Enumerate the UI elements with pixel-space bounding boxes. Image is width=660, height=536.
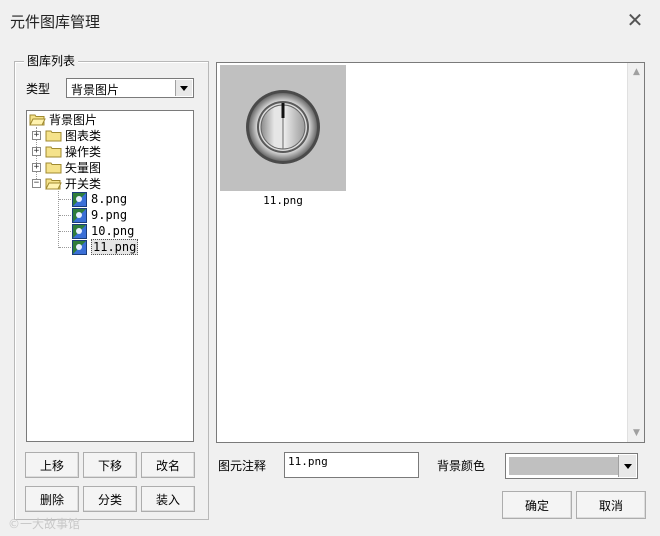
type-select-value: 背景图片 xyxy=(71,83,120,97)
preview-panel[interactable]: 11.png ▲ ▼ xyxy=(216,62,645,443)
tree-file[interactable]: 10.png xyxy=(72,223,134,239)
type-select[interactable]: 背景图片 xyxy=(66,78,194,98)
bg-color-swatch xyxy=(509,457,618,475)
load-button[interactable]: 装入 xyxy=(141,486,195,512)
tree-file-label: 8.png xyxy=(91,192,128,206)
tree-file-label: 10.png xyxy=(91,224,135,238)
bg-color-label: 背景颜色 xyxy=(437,459,486,473)
knob-switch-icon xyxy=(246,90,320,164)
close-icon[interactable]: ✕ xyxy=(624,8,646,32)
expand-icon[interactable]: + xyxy=(32,162,41,172)
image-file-icon xyxy=(72,207,87,223)
tree-folder[interactable]: − 开关类 xyxy=(32,175,101,191)
library-group-label: 图库列表 xyxy=(24,52,79,69)
scroll-down-icon[interactable]: ▼ xyxy=(628,428,645,438)
preview-scrollbar[interactable]: ▲ ▼ xyxy=(627,63,644,442)
title-bar: 元件图库管理 ✕ xyxy=(0,0,660,40)
folder-open-icon xyxy=(45,178,62,189)
chevron-down-icon[interactable] xyxy=(175,80,192,96)
folder-open-icon xyxy=(29,114,46,125)
type-label: 类型 xyxy=(26,82,51,96)
tree-file-label: 9.png xyxy=(91,208,128,222)
tree-file-selected[interactable]: 11.png xyxy=(72,239,139,255)
folder-icon xyxy=(45,130,62,141)
tree-folder-label: 图表类 xyxy=(65,128,102,143)
move-down-button[interactable]: 下移 xyxy=(83,452,137,478)
bg-color-select[interactable] xyxy=(505,453,638,479)
collapse-icon[interactable]: − xyxy=(32,178,41,188)
tree-folder[interactable]: + 操作类 xyxy=(32,143,101,159)
image-file-icon xyxy=(72,239,87,255)
expand-icon[interactable]: + xyxy=(32,146,41,156)
tree-file[interactable]: 9.png xyxy=(72,207,127,223)
note-label: 图元注释 xyxy=(218,459,267,473)
classify-button[interactable]: 分类 xyxy=(83,486,137,512)
expand-icon[interactable]: + xyxy=(32,130,41,140)
move-up-button[interactable]: 上移 xyxy=(25,452,79,478)
image-file-icon xyxy=(72,223,87,239)
window-title: 元件图库管理 xyxy=(10,13,101,31)
tree-folder[interactable]: + 矢量图 xyxy=(32,159,101,175)
tree-file-label: 11.png xyxy=(91,239,139,255)
tree-folder[interactable]: + 图表类 xyxy=(32,127,101,143)
tree-folder-label: 矢量图 xyxy=(65,160,102,175)
delete-button[interactable]: 删除 xyxy=(25,486,79,512)
library-tree[interactable]: 背景图片 + 图表类 + 操作类 + 矢量图 − 开关类 8.png 9.png… xyxy=(26,110,194,442)
note-input[interactable]: 11.png xyxy=(284,452,419,478)
folder-icon xyxy=(45,162,62,173)
ok-button[interactable]: 确定 xyxy=(502,491,572,519)
chevron-down-icon[interactable] xyxy=(618,455,636,477)
tree-file[interactable]: 8.png xyxy=(72,191,127,207)
tree-folder-label: 操作类 xyxy=(65,144,102,159)
rename-button[interactable]: 改名 xyxy=(141,452,195,478)
preview-thumbnail[interactable] xyxy=(220,65,346,191)
scroll-up-icon[interactable]: ▲ xyxy=(628,67,645,77)
folder-icon xyxy=(45,146,62,157)
cancel-button[interactable]: 取消 xyxy=(576,491,646,519)
watermark: ©一大故事馆 xyxy=(8,517,81,531)
image-file-icon xyxy=(72,191,87,207)
tree-folder-label: 开关类 xyxy=(65,176,102,191)
tree-root-label: 背景图片 xyxy=(49,112,98,127)
preview-item-label: 11.png xyxy=(263,194,303,207)
tree-root[interactable]: 背景图片 xyxy=(29,111,97,127)
